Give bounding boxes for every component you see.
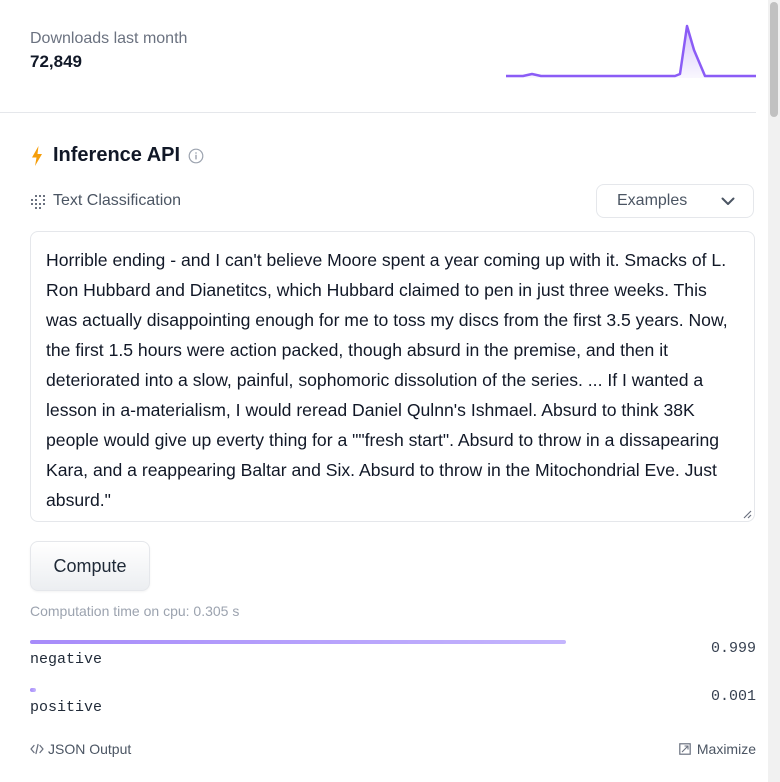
resize-grip-icon[interactable] xyxy=(742,509,752,519)
result-bar xyxy=(30,688,36,692)
maximize-icon xyxy=(679,743,691,755)
downloads-sparkline xyxy=(506,24,756,78)
result-label: negative xyxy=(30,651,103,668)
examples-label: Examples xyxy=(617,192,688,209)
text-classification-icon xyxy=(31,194,45,209)
result-score: 0.999 xyxy=(710,640,756,657)
lightning-icon xyxy=(32,145,42,166)
result-label: positive xyxy=(30,699,103,716)
json-output-link[interactable]: JSON Output xyxy=(30,741,131,757)
downloads-label: Downloads last month xyxy=(30,30,188,47)
info-icon[interactable] xyxy=(188,148,204,164)
maximize-label: Maximize xyxy=(696,741,756,757)
task-type: Text Classification xyxy=(30,192,181,210)
scrollbar-thumb[interactable] xyxy=(770,2,778,117)
downloads-value: 72,849 xyxy=(30,52,82,71)
task-label: Text Classification xyxy=(53,192,182,209)
maximize-button[interactable]: Maximize xyxy=(679,741,756,757)
json-output-label: JSON Output xyxy=(48,741,132,757)
downloads-section: Downloads last month 72,849 xyxy=(30,30,187,72)
computation-time: Computation time on cpu: 0.305 s xyxy=(30,603,240,619)
result-row: positive 0.001 xyxy=(30,688,756,716)
text-input[interactable]: Horrible ending - and I can't believe Mo… xyxy=(30,231,755,522)
code-icon xyxy=(30,743,44,755)
inference-title: Inference API xyxy=(53,144,181,166)
result-row: negative 0.999 xyxy=(30,640,756,668)
inference-header: Inference API xyxy=(30,144,204,167)
section-divider xyxy=(0,112,756,113)
examples-dropdown[interactable]: Examples xyxy=(596,184,754,218)
result-score: 0.001 xyxy=(710,688,756,705)
text-input-value: Horrible ending - and I can't believe Mo… xyxy=(46,250,728,510)
compute-button[interactable]: Compute xyxy=(30,541,150,591)
chevron-down-icon xyxy=(721,197,735,205)
scrollbar-track[interactable] xyxy=(768,0,780,782)
result-bar xyxy=(30,640,566,644)
